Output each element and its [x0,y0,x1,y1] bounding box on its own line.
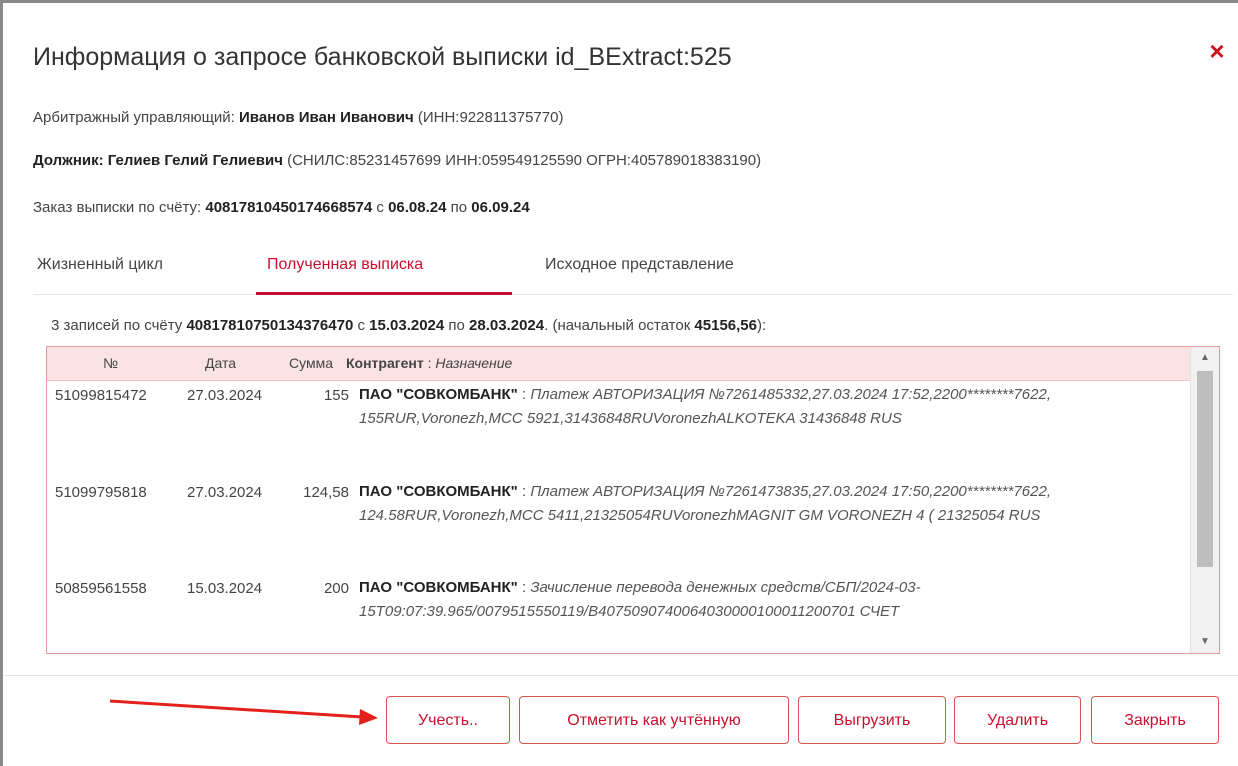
header-date: Дата [205,355,237,371]
order-to-date: 06.09.24 [471,199,530,216]
tab-received-statement[interactable]: Полученная выписка [267,256,423,274]
summary-from: 15.03.2024 [369,317,445,334]
header-purpose: Назначение [435,355,513,371]
close-icon[interactable]: × [1205,38,1229,64]
header-counterparty-purpose: Контрагент : Назначение [346,355,512,371]
row-counterparty: ПАО "СОВКОМБАНК" [359,579,518,596]
order-from-date: 06.08.24 [388,199,447,216]
account-button[interactable]: Учесть.. [386,696,510,744]
order-label: Заказ выписки по счёту: [33,199,206,216]
row-sum: 200 [323,580,349,597]
summary-suffix: ): [757,317,767,334]
active-tab-indicator [256,292,512,295]
manager-inn: (ИНН:922811375770) [413,109,564,126]
row-num: 51099815472 [55,387,147,404]
row-num: 51099795818 [55,484,147,501]
mark-as-accounted-button[interactable]: Отметить как учтённую [519,696,789,744]
header-sum: Сумма [289,355,333,371]
table-header: № Дата Сумма Контрагент : Назначение [47,347,1190,381]
export-button[interactable]: Выгрузить [798,696,946,744]
row-date: 27.03.2024 [187,484,263,501]
row-description: ПАО "СОВКОМБАНК" : Платеж АВТОРИЗАЦИЯ №7… [359,386,1052,427]
summary-prefix: 3 записей по счёту [51,317,187,334]
row-description: ПАО "СОВКОМБАНК" : Зачисление перевода д… [359,579,921,620]
manager-label: Арбитражный управляющий: [33,109,240,126]
delete-button[interactable]: Удалить [954,696,1081,744]
tab-source-view[interactable]: Исходное представление [545,256,734,274]
summary-to: 28.03.2024 [469,317,545,334]
manager-name: Иванов Иван Иванович [239,109,414,126]
row-sum: 124,58 [303,484,349,501]
debtor-line: Должник: Гелиев Гелий Гелиевич (СНИЛС:85… [33,152,761,169]
order-to-label: по [446,199,472,216]
scroll-up-icon[interactable]: ▲ [1191,349,1219,367]
row-sum: 155 [323,387,349,404]
close-button[interactable]: Закрыть [1091,696,1219,744]
debtor-label: Должник: [33,152,108,169]
summary-account: 40817810750134376470 [186,317,354,334]
debtor-name: Гелиев Гелий Гелиевич [107,152,283,169]
row-num: 50859561558 [55,580,147,597]
order-account: 40817810450174668574 [205,199,373,216]
order-line: Заказ выписки по счёту: 4081781045017466… [33,199,530,216]
summary-to-label: по [444,317,470,334]
row-description: ПАО "СОВКОМБАНК" : Платеж АВТОРИЗАЦИЯ №7… [359,483,1052,524]
tab-lifecycle[interactable]: Жизненный цикл [37,256,163,274]
order-from-label: с [372,199,389,216]
header-counterparty: Контрагент [346,355,424,371]
row-counterparty: ПАО "СОВКОМБАНК" [359,386,518,403]
summary-from-label: с [353,317,370,334]
footer-divider [3,675,1238,676]
row-counterparty: ПАО "СОВКОМБАНК" [359,483,518,500]
summary-balance: 45156,56 [694,317,757,334]
debtor-ids: (СНИЛС:85231457699 ИНН:059549125590 ОГРН… [282,152,762,169]
scrollbar-thumb[interactable] [1197,371,1213,567]
table-scrollbar[interactable]: ▲ ▼ [1190,347,1219,653]
row-date: 15.03.2024 [187,580,263,597]
statement-summary: 3 записей по счёту 40817810750134376470 … [51,317,766,334]
header-num: № [103,355,119,371]
summary-balance-label: . (начальный остаток [544,317,695,334]
header-sep: : [423,355,436,371]
row-date: 27.03.2024 [187,387,263,404]
bank-statement-dialog: Информация о запросе банковской выписки … [3,3,1238,766]
dialog-title: Информация о запросе банковской выписки … [33,43,732,71]
transactions-table: № Дата Сумма Контрагент : Назначение 510… [46,346,1220,654]
tab-bar: Жизненный цикл Полученная выписка Исходн… [33,248,1233,295]
manager-line: Арбитражный управляющий: Иванов Иван Ива… [33,109,563,126]
scroll-down-icon[interactable]: ▼ [1191,633,1219,651]
